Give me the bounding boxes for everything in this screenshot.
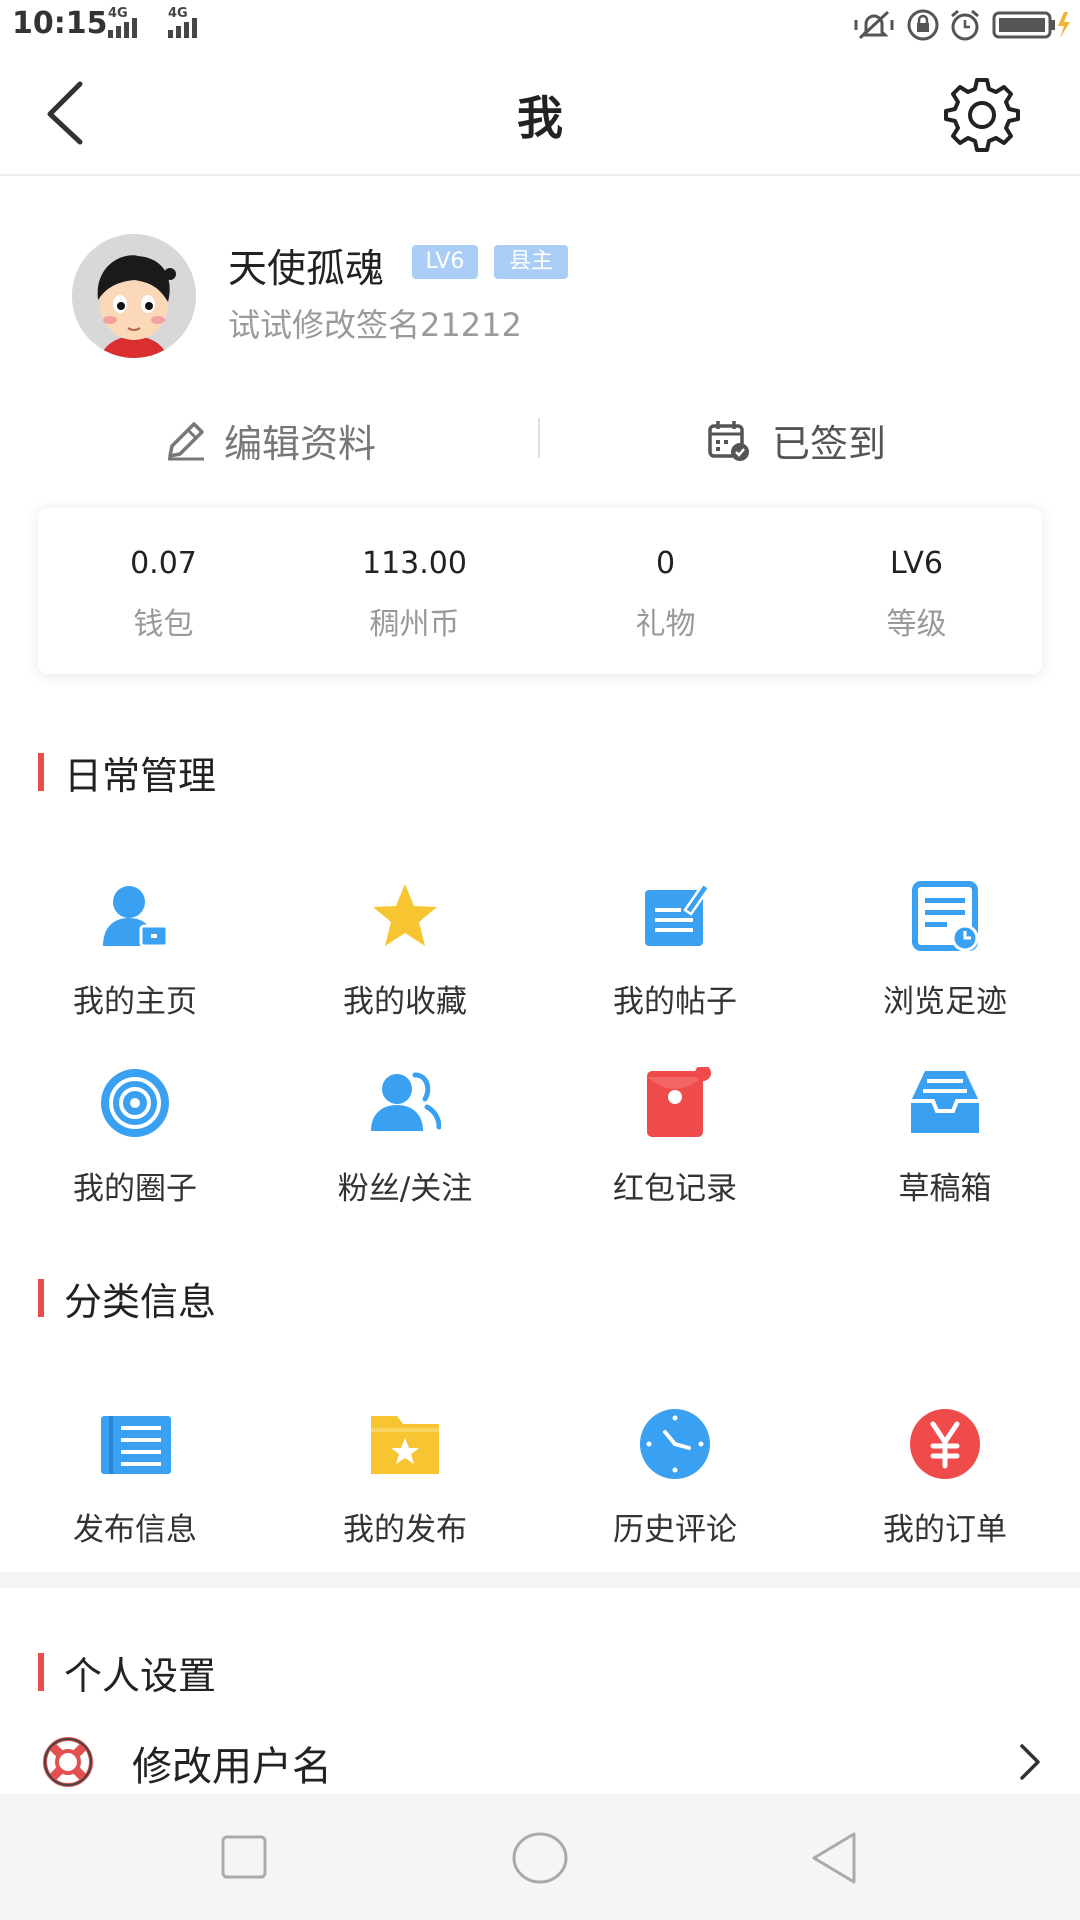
- inbox-tray-icon: [911, 1071, 979, 1133]
- section-separator: [0, 1572, 1080, 1588]
- menu-label: 我的帖子: [613, 984, 737, 1020]
- signal-icon-1: [108, 18, 137, 38]
- section-header-classified: 分类信息: [38, 1278, 216, 1324]
- checkin-label: 已签到: [772, 421, 887, 466]
- folder-star-icon: [371, 1416, 439, 1474]
- post-edit-icon: [645, 882, 711, 946]
- section-accent-bar: [38, 1653, 44, 1691]
- stat-label: 等级: [886, 607, 947, 642]
- menu-publish-info[interactable]: 发布信息: [0, 1408, 270, 1558]
- alarm-icon: [951, 9, 979, 41]
- star-icon: [373, 884, 437, 946]
- page-title: 我: [517, 91, 563, 145]
- stat-value: LV6: [889, 546, 944, 581]
- signature-text: 试试修改签名21212: [228, 306, 522, 344]
- edit-profile-button[interactable]: 编辑资料: [164, 410, 376, 470]
- stat-label: 礼物: [635, 607, 696, 642]
- recent-apps-icon[interactable]: [220, 1834, 270, 1882]
- publish-list-icon: [101, 1416, 171, 1474]
- menu-drafts[interactable]: 草稿箱: [810, 1067, 1080, 1217]
- stat-value: 113.00: [362, 546, 467, 581]
- menu-my-homepage[interactable]: 我的主页: [0, 880, 270, 1030]
- stat-value: 0: [655, 546, 676, 581]
- stat-gifts[interactable]: 0 礼物: [540, 546, 791, 643]
- menu-label: 我的收藏: [343, 984, 467, 1020]
- signal-icon-2: [168, 18, 197, 38]
- menu-my-favorites[interactable]: 我的收藏: [270, 880, 540, 1030]
- level-badge: LV6: [412, 245, 478, 279]
- clock-icon: [640, 1409, 710, 1479]
- menu-my-circles[interactable]: 我的圈子: [0, 1067, 270, 1217]
- battery-icon: [992, 11, 1070, 39]
- system-nav-bar: [0, 1794, 1080, 1920]
- menu-label: 红包记录: [613, 1171, 737, 1207]
- stats-card: 0.07 钱包 113.00 稠州币 0 礼物 LV6 等级: [38, 508, 1042, 674]
- lifebuoy-icon: [43, 1737, 93, 1787]
- fans-icon: [371, 1072, 441, 1131]
- menu-red-packet[interactable]: 红包记录: [540, 1067, 810, 1217]
- action-divider: [538, 418, 540, 458]
- stat-coins[interactable]: 113.00 稠州币: [289, 546, 540, 643]
- role-badge: 县主: [494, 245, 568, 279]
- setting-label: 修改用户名: [132, 1744, 332, 1790]
- menu-my-posts[interactable]: 我的帖子: [540, 880, 810, 1030]
- status-time: 10:15: [12, 6, 108, 41]
- section-accent-bar: [38, 1279, 44, 1317]
- stat-label: 钱包: [133, 607, 194, 642]
- lock-rotation-icon: [907, 9, 939, 41]
- calendar-check-icon: [708, 421, 749, 461]
- menu-label: 我的发布: [343, 1512, 467, 1548]
- avatar[interactable]: [72, 234, 196, 358]
- section-title: 日常管理: [64, 753, 217, 798]
- menu-my-publish[interactable]: 我的发布: [270, 1408, 540, 1558]
- pencil-icon: [168, 422, 204, 461]
- home-icon[interactable]: [510, 1830, 570, 1886]
- section-accent-bar: [38, 753, 44, 791]
- red-packet-icon: [647, 1067, 711, 1137]
- menu-my-orders[interactable]: 我的订单: [810, 1408, 1080, 1558]
- circle-icon: [101, 1069, 169, 1137]
- username: 天使孤魂: [228, 247, 385, 292]
- stat-wallet[interactable]: 0.07 钱包: [38, 546, 289, 643]
- stat-level[interactable]: LV6 等级: [791, 546, 1042, 643]
- menu-history-comments[interactable]: 历史评论: [540, 1408, 810, 1558]
- avatar-cartoon-image: [72, 234, 196, 358]
- menu-label: 我的订单: [883, 1512, 1007, 1548]
- menu-fans-follow[interactable]: 粉丝/关注: [270, 1067, 540, 1217]
- section-header-personal: 个人设置: [38, 1652, 216, 1698]
- menu-label: 草稿箱: [898, 1171, 992, 1207]
- stat-value: 0.07: [130, 546, 197, 581]
- section-header-daily: 日常管理: [38, 752, 216, 798]
- menu-label: 我的圈子: [73, 1171, 197, 1207]
- header-bar: 我: [0, 50, 1080, 176]
- chevron-right-icon: [1020, 1744, 1040, 1780]
- vibrate-icon: [854, 10, 894, 40]
- status-bar: 10:15 4G 4G: [0, 0, 1080, 50]
- edit-profile-label: 编辑资料: [224, 421, 377, 466]
- menu-label: 浏览足迹: [883, 984, 1007, 1020]
- yen-icon: [910, 1409, 980, 1479]
- setting-row-change-username[interactable]: 修改用户名: [0, 1726, 1080, 1796]
- stat-label: 稠州币: [369, 607, 460, 642]
- menu-label: 我的主页: [73, 984, 197, 1020]
- settings-gear-icon[interactable]: [944, 76, 1020, 152]
- menu-label: 发布信息: [73, 1512, 197, 1548]
- menu-browse-history[interactable]: 浏览足迹: [810, 880, 1080, 1030]
- menu-label: 历史评论: [613, 1512, 737, 1548]
- section-title: 个人设置: [64, 1653, 217, 1698]
- user-home-icon: [103, 886, 169, 948]
- section-title: 分类信息: [64, 1279, 217, 1324]
- menu-label: 粉丝/关注: [337, 1171, 473, 1207]
- checkin-button[interactable]: 已签到: [706, 410, 886, 470]
- history-doc-icon: [912, 881, 979, 952]
- nav-back-icon[interactable]: [808, 1830, 860, 1886]
